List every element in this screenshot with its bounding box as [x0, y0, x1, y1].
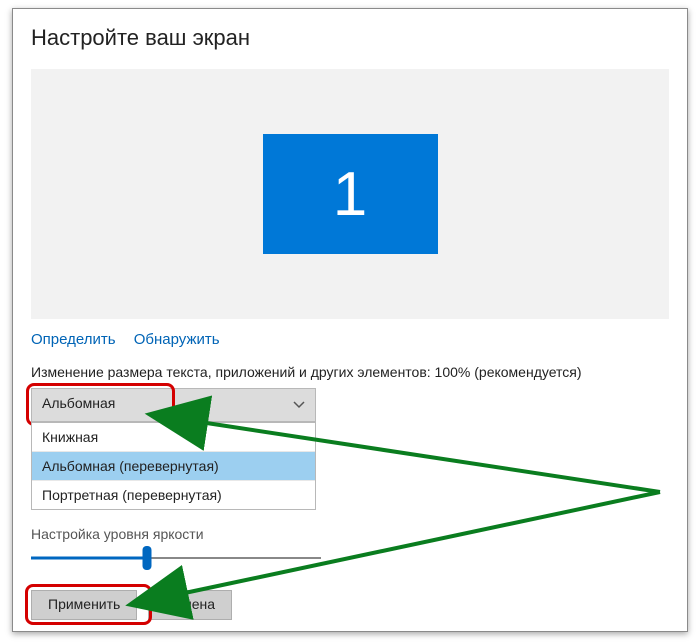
apply-button[interactable]: Применить — [31, 590, 137, 620]
settings-panel: Настройте ваш экран 1 Определить Обнаруж… — [12, 8, 688, 632]
page-title: Настройте ваш экран — [31, 25, 669, 51]
brightness-slider[interactable] — [31, 544, 321, 572]
orientation-selected-text: Альбомная — [42, 395, 115, 411]
slider-fill — [31, 557, 147, 560]
orientation-options-list: Книжная Альбомная (перевернутая) Портрет… — [31, 422, 316, 510]
monitor-tile-1[interactable]: 1 — [263, 134, 438, 254]
orientation-option[interactable]: Альбомная (перевернутая) — [32, 452, 315, 481]
orientation-option[interactable]: Портретная (перевернутая) — [32, 481, 315, 509]
orientation-option[interactable]: Книжная — [32, 423, 315, 452]
slider-thumb[interactable] — [143, 546, 152, 570]
cancel-button[interactable]: Отмена — [148, 590, 232, 620]
brightness-label: Настройка уровня яркости — [31, 526, 669, 542]
orientation-selected[interactable]: Альбомная — [31, 388, 316, 422]
action-buttons: Применить Отмена — [31, 590, 261, 620]
display-links: Определить Обнаружить — [31, 331, 669, 348]
orientation-dropdown[interactable]: Альбомная Книжная Альбомная (перевернута… — [31, 388, 316, 422]
identify-link[interactable]: Определить — [31, 331, 116, 348]
scale-label: Изменение размера текста, приложений и д… — [31, 364, 669, 380]
monitor-number: 1 — [333, 159, 367, 230]
monitor-preview-area: 1 — [31, 69, 669, 319]
chevron-down-icon — [293, 401, 305, 409]
detect-link[interactable]: Обнаружить — [134, 331, 220, 348]
